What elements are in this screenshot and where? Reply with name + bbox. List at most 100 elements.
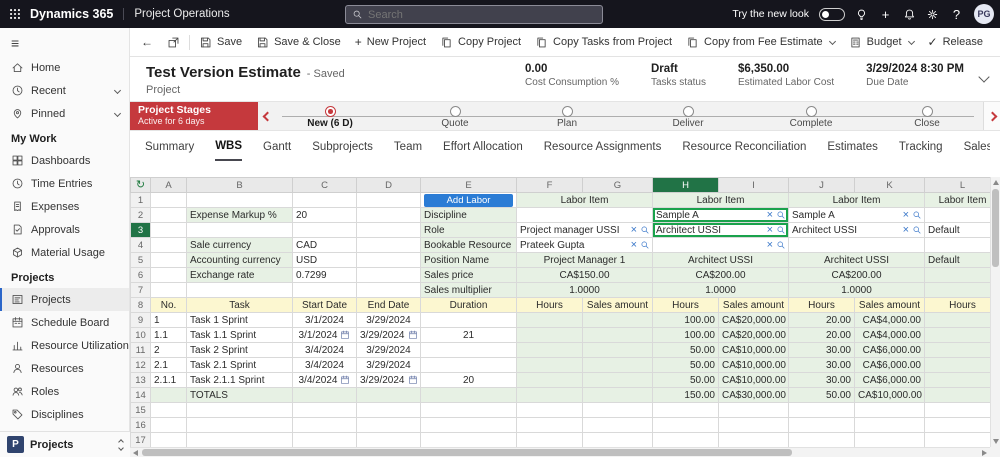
cell[interactable] [516,417,583,433]
column-header-g[interactable]: G [582,177,653,193]
sidebar-item-roles[interactable]: Roles [0,380,129,403]
chevron-left-icon[interactable] [262,111,273,122]
task-no[interactable]: 1.1 [150,327,187,343]
cell[interactable] [582,372,653,388]
stage-close[interactable]: Close [872,106,982,129]
cell[interactable] [924,327,1000,343]
new-project-button[interactable]: + New Project [348,28,433,56]
cell[interactable] [582,327,653,343]
cell[interactable] [292,282,357,298]
help-question-icon[interactable]: ? [949,7,964,22]
cell[interactable] [150,432,187,448]
row-header-9[interactable]: 9 [130,312,151,328]
sidebar-item-disciplines[interactable]: Disciplines [0,403,129,426]
row-header-16[interactable]: 16 [130,417,151,433]
task-sales[interactable]: CA$4,000.00 [854,327,925,343]
labor-item-header-3[interactable]: Labor Item [788,192,925,208]
cell[interactable] [516,357,583,373]
stage-new[interactable]: New (6 D) [275,106,385,129]
cell[interactable] [186,417,293,433]
column-header-h-selected[interactable]: H [652,177,719,193]
cell[interactable] [652,417,719,433]
cell[interactable] [356,417,421,433]
task-sales[interactable]: CA$10,000.00 [718,342,789,358]
cell[interactable] [718,417,789,433]
cell[interactable] [150,222,187,238]
add-labor-button[interactable]: Add Labor [424,193,513,207]
cell[interactable] [582,402,653,418]
cell[interactable] [420,417,517,433]
vertical-scroll-thumb[interactable] [992,189,999,267]
refresh-cell[interactable]: ↻ [130,177,151,193]
task-col-sales-1[interactable]: Sales amount [582,297,653,313]
role-label[interactable]: Role [420,222,517,238]
multiplier-group2[interactable]: 1.0000 [652,282,789,298]
user-avatar[interactable]: PG [974,4,994,24]
task-col-task[interactable]: Task [186,297,293,313]
tab-team[interactable]: Team [394,134,422,160]
sidebar-item-home[interactable]: Home [0,56,129,79]
accounting-currency-value[interactable]: USD [292,252,357,268]
calendar-icon[interactable] [408,375,418,385]
accounting-currency-label[interactable]: Accounting currency [186,252,293,268]
cell[interactable] [516,312,583,328]
task-sales[interactable]: CA$10,000.00 [718,372,789,388]
expense-markup-value[interactable]: 20 [292,207,357,223]
cell[interactable] [924,237,1000,253]
settings-gear-icon[interactable] [926,8,939,21]
cell[interactable] [924,372,1000,388]
task-col-sales-3[interactable]: Sales amount [854,297,925,313]
cell[interactable] [854,417,925,433]
cell[interactable] [788,417,855,433]
cell[interactable] [718,402,789,418]
cell[interactable] [420,432,517,448]
tab-resource-reconciliation[interactable]: Resource Reconciliation [682,134,806,160]
column-header-d[interactable]: D [356,177,421,193]
scroll-right-arrow[interactable] [982,450,987,456]
cell[interactable] [652,402,719,418]
bookable-resource-label[interactable]: Bookable Resource [420,237,517,253]
cell[interactable] [516,402,583,418]
tab-effort-allocation[interactable]: Effort Allocation [443,134,523,160]
app-launcher-waffle-icon[interactable] [0,0,30,28]
scroll-left-arrow[interactable] [133,450,138,456]
cell[interactable] [788,432,855,448]
process-scroll-right[interactable] [983,102,1000,130]
budget-button[interactable]: Budget [842,28,921,56]
role-group4[interactable]: Default [924,222,1000,238]
column-header-e[interactable]: E [420,177,517,193]
totals-hours[interactable]: 50.00 [788,387,855,403]
copy-tasks-button[interactable]: Copy Tasks from Project [528,28,679,56]
task-col-duration[interactable]: Duration [420,297,517,313]
task-hours[interactable]: 30.00 [788,372,855,388]
task-name[interactable]: Task 1.1 Sprint [186,327,293,343]
labor-item-header-2[interactable]: Labor Item [652,192,789,208]
cell[interactable] [924,387,1000,403]
search-input[interactable] [368,8,596,21]
tab-summary[interactable]: Summary [145,134,194,160]
role-group3-lookup[interactable]: Architect USSI × [788,222,925,238]
task-duration[interactable] [420,312,517,328]
totals-sales[interactable]: CA$30,000.00 [718,387,789,403]
stage-plan[interactable]: Plan [512,106,622,129]
sidebar-item-pinned[interactable]: Pinned [0,102,129,125]
sale-currency-value[interactable]: CAD [292,237,357,253]
cell[interactable] [356,282,421,298]
cell[interactable] [924,282,1000,298]
cell[interactable] [292,432,357,448]
row-header-6[interactable]: 6 [130,267,151,283]
cell[interactable] [150,192,187,208]
task-hours[interactable]: 50.00 [652,357,719,373]
save-button[interactable]: Save [192,28,249,56]
cell[interactable] [292,417,357,433]
header-collapse-chevron[interactable] [978,71,990,83]
task-end[interactable]: 3/29/2024 [356,327,421,343]
task-hours[interactable]: 20.00 [788,327,855,343]
task-end[interactable]: 3/29/2024 [356,372,421,388]
sidebar-item-time-entries[interactable]: Time Entries [0,172,129,195]
task-duration[interactable] [420,342,517,358]
calendar-icon[interactable] [340,330,350,340]
lookup-search-icon[interactable] [640,225,650,235]
task-hours[interactable]: 30.00 [788,342,855,358]
row-header-7[interactable]: 7 [130,282,151,298]
